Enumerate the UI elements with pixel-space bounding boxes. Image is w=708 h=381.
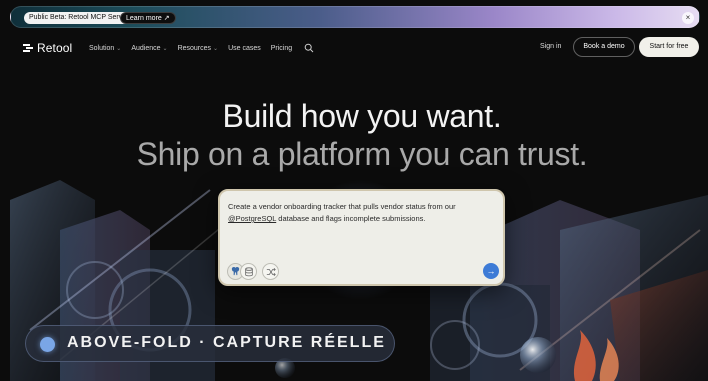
caption-text: ABOVE-FOLD · CAPTURE RÉELLE [67, 334, 386, 351]
nav-item-solution[interactable]: Solution ⌄ [89, 45, 121, 52]
sign-in-link[interactable]: Sign in [540, 43, 561, 50]
prompt-card[interactable]: Create a vendor onboarding tracker that … [218, 189, 505, 286]
nav-item-label: Pricing [270, 44, 293, 52]
chevron-down-icon: ⌄ [116, 45, 122, 52]
page: Public Beta: Retool MCP Server Learn mor… [0, 0, 708, 381]
retool-logo-icon [23, 44, 33, 52]
shuffle-icon[interactable] [262, 263, 279, 280]
beta-badge[interactable]: Public Beta: Retool MCP Server [24, 12, 134, 24]
top-nav: Retool Solution ⌄ Audience ⌄ Resources ⌄… [0, 36, 708, 62]
chevron-down-icon: ⌄ [213, 45, 219, 52]
nav-item-label: Audience [131, 44, 161, 52]
search-icon[interactable] [304, 43, 314, 53]
start-free-button[interactable]: Start for free [639, 37, 699, 57]
chevron-down-icon: ⌄ [162, 45, 168, 52]
status-dot-icon [40, 337, 55, 352]
nav-item-label: Use cases [228, 44, 261, 52]
brand-name: Retool [37, 41, 73, 55]
nav-item-label: Solution [89, 44, 115, 52]
retool-logo[interactable]: Retool [23, 40, 72, 56]
nav-item-pricing[interactable]: Pricing [271, 45, 292, 52]
nav-item-label: Resources [177, 44, 212, 52]
learn-more-link[interactable]: Learn more ↗ [120, 12, 176, 24]
database-icon[interactable] [240, 263, 257, 280]
nav-item-resources[interactable]: Resources ⌄ [178, 45, 219, 52]
nav-links: Solution ⌄ Audience ⌄ Resources ⌄ Use ca… [89, 40, 314, 56]
postgresql-mention[interactable]: @PostgreSQL [228, 214, 276, 223]
send-button[interactable]: → [483, 263, 499, 279]
close-icon[interactable]: × [682, 12, 694, 24]
hero-subtitle: Ship on a platform you can trust. [136, 136, 588, 172]
hero-title: Build how you want. [222, 98, 502, 134]
capture-caption: ABOVE-FOLD · CAPTURE RÉELLE [25, 325, 395, 362]
book-demo-button[interactable]: Book a demo [573, 37, 635, 57]
database-cylinder-icon [244, 266, 253, 276]
prompt-text-before: Create a vendor onboarding tracker that … [228, 202, 456, 211]
prompt-input[interactable]: Create a vendor onboarding tracker that … [228, 201, 498, 225]
announcement-banner: Public Beta: Retool MCP Server Learn mor… [10, 6, 700, 28]
prompt-text-after: database and flags incomplete submission… [276, 214, 426, 223]
nav-item-use-cases[interactable]: Use cases [228, 45, 261, 52]
shuffle-arrows-icon [266, 267, 276, 276]
nav-item-audience[interactable]: Audience ⌄ [131, 45, 167, 52]
